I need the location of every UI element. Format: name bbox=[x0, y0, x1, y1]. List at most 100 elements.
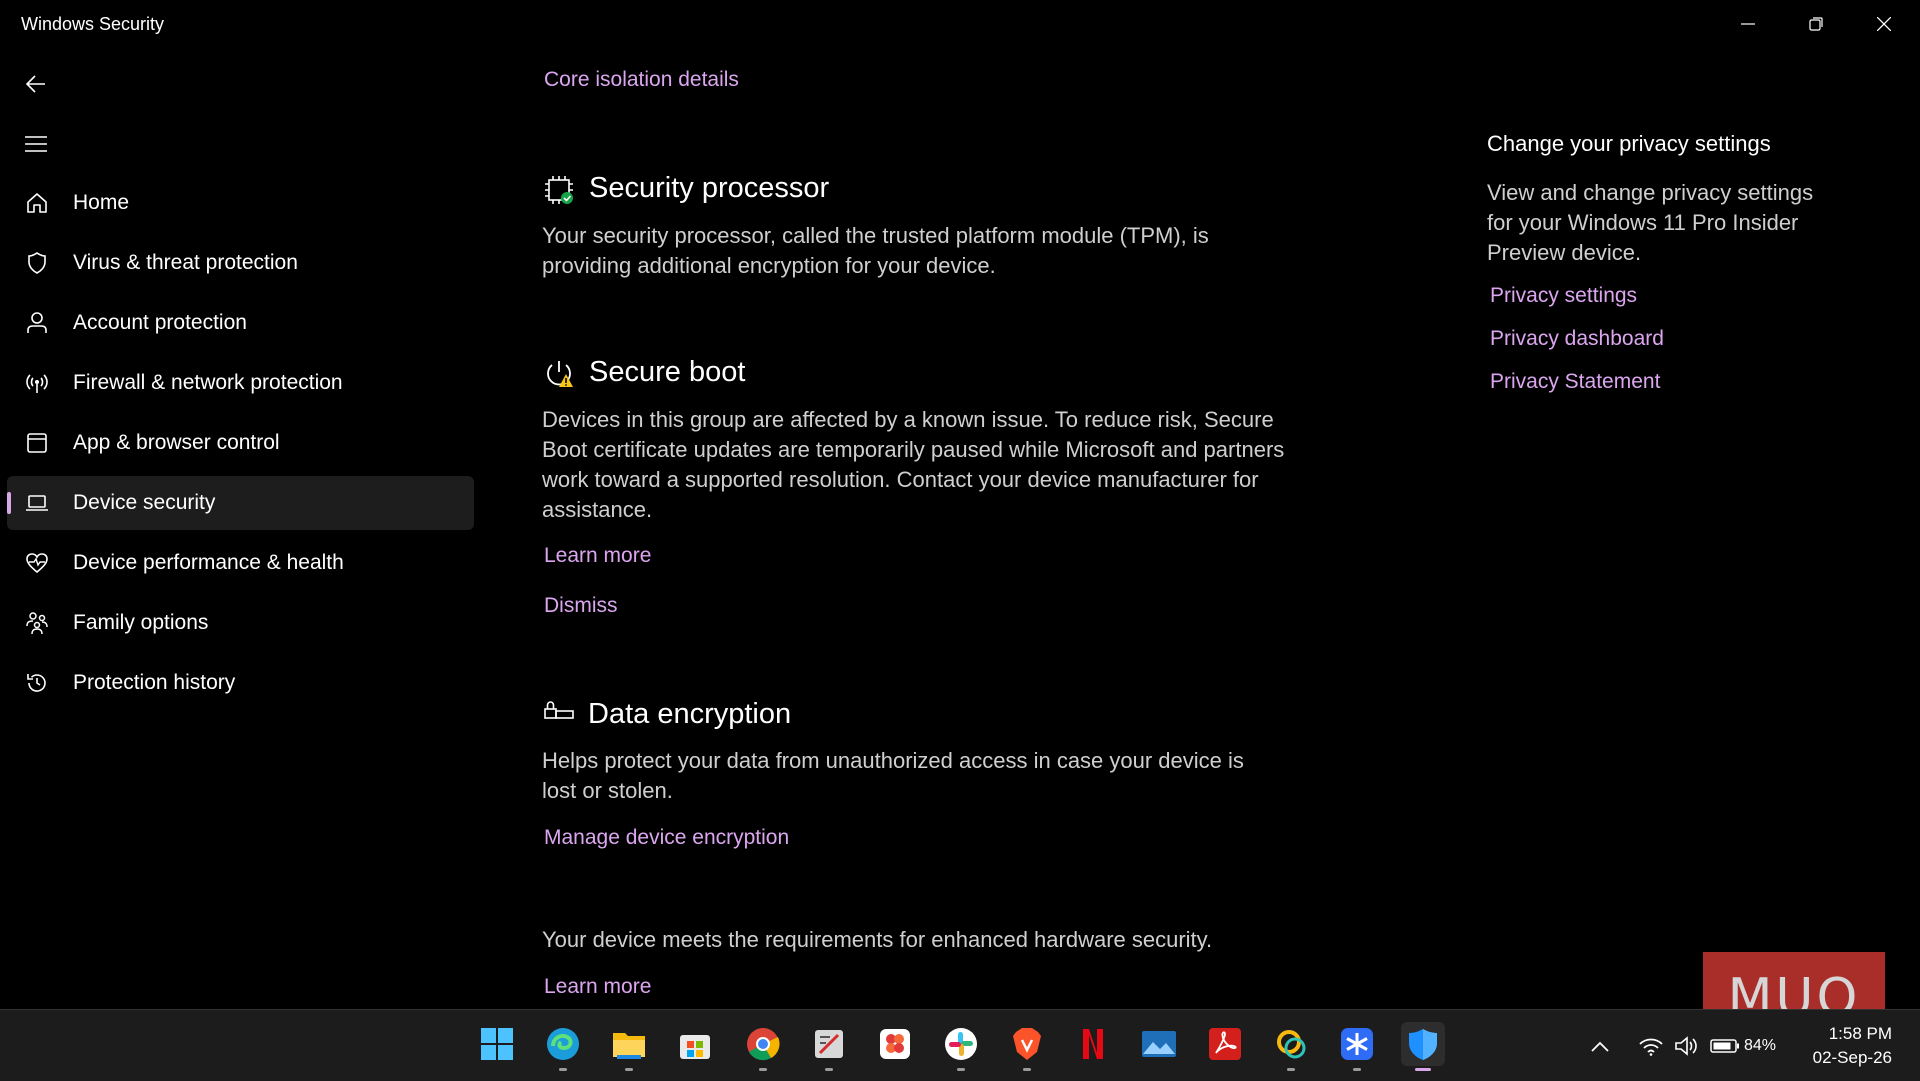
taskbar: 84% bbox=[0, 1009, 1920, 1081]
privacy-dashboard-link[interactable]: Privacy dashboard bbox=[1490, 327, 1664, 351]
photos-icon bbox=[880, 1029, 910, 1059]
hardware-security-learn-more-link[interactable]: Learn more bbox=[544, 975, 651, 999]
restore-button[interactable] bbox=[1782, 0, 1850, 48]
sidebar-item-device-security[interactable]: Device security bbox=[7, 476, 474, 530]
secure-boot-title: Secure boot bbox=[589, 356, 746, 388]
sidebar-item-label: Device performance & health bbox=[73, 551, 344, 574]
data-encryption-description: Helps protect your data from unauthorize… bbox=[542, 748, 1244, 803]
taskbar-app-store[interactable] bbox=[673, 1022, 717, 1066]
privacy-panel-description: View and change privacy settings for you… bbox=[1487, 180, 1814, 265]
secure-boot-learn-more-link[interactable]: Learn more bbox=[544, 544, 651, 568]
person-icon bbox=[27, 312, 47, 333]
minimize-button[interactable] bbox=[1714, 0, 1782, 48]
security-processor-title: Security processor bbox=[589, 172, 830, 204]
slack-icon bbox=[945, 1028, 977, 1060]
antenna-icon bbox=[26, 374, 48, 393]
taskbar-app-sync[interactable] bbox=[1269, 1022, 1313, 1071]
heart-pulse-icon bbox=[26, 553, 48, 574]
start-button[interactable] bbox=[475, 1022, 519, 1066]
home-icon bbox=[27, 193, 47, 213]
sidebar-item-device-performance-health[interactable]: Device performance & health bbox=[7, 536, 474, 590]
battery-icon[interactable] bbox=[1710, 1038, 1740, 1054]
hamburger-icon bbox=[25, 136, 47, 152]
history-icon bbox=[27, 674, 46, 692]
system-tray: 84% bbox=[1590, 1010, 1776, 1081]
sidebar-item-account-protection[interactable]: Account protection bbox=[7, 296, 474, 350]
acrobat-icon bbox=[1209, 1028, 1241, 1060]
app-title: Windows Security bbox=[21, 14, 165, 34]
store-icon bbox=[680, 1035, 710, 1059]
taskbar-app-snipping-tool[interactable] bbox=[807, 1022, 851, 1071]
chrome-icon bbox=[747, 1028, 780, 1061]
sidebar-item-label: App & browser control bbox=[73, 431, 280, 454]
browser-window-icon bbox=[27, 433, 47, 453]
sidebar-item-label: Device security bbox=[73, 491, 216, 514]
sidebar-item-label: Firewall & network protection bbox=[73, 371, 343, 394]
taskbar-app-snowflake[interactable] bbox=[1335, 1022, 1379, 1071]
volume-icon[interactable] bbox=[1674, 1035, 1700, 1057]
core-isolation-details-link[interactable]: Core isolation details bbox=[544, 68, 739, 92]
shield-icon bbox=[28, 252, 46, 274]
windows-security-icon bbox=[1409, 1029, 1437, 1060]
sidebar-item-firewall-network-protection[interactable]: Firewall & network protection bbox=[7, 356, 474, 410]
sidebar-nav: Home Virus & threat protection Account p… bbox=[7, 176, 474, 716]
secure-boot-description: Devices in this group are affected by a … bbox=[542, 407, 1285, 522]
privacy-settings-link[interactable]: Privacy settings bbox=[1490, 284, 1637, 308]
edge-icon bbox=[547, 1028, 579, 1060]
chip-check-icon bbox=[545, 176, 573, 204]
privacy-panel-title: Change your privacy settings bbox=[1487, 131, 1771, 156]
laptop-icon bbox=[26, 495, 48, 511]
restore-icon bbox=[1809, 17, 1823, 31]
sidebar-item-app-browser-control[interactable]: App & browser control bbox=[7, 416, 474, 470]
netflix-icon bbox=[1083, 1029, 1103, 1059]
family-icon bbox=[26, 612, 48, 635]
hamburger-menu-button[interactable] bbox=[16, 124, 56, 164]
encryption-key-icon bbox=[544, 701, 574, 719]
snowflake-app-icon bbox=[1341, 1028, 1373, 1060]
taskbar-app-photos-viewer[interactable] bbox=[1137, 1022, 1181, 1066]
privacy-statement-link[interactable]: Privacy Statement bbox=[1490, 370, 1660, 394]
close-button[interactable] bbox=[1850, 0, 1918, 48]
back-arrow-icon bbox=[26, 75, 45, 93]
taskbar-app-edge[interactable] bbox=[541, 1022, 585, 1071]
taskbar-clock[interactable]: 1:58 PM 02-Sep-26 bbox=[1813, 1022, 1892, 1070]
power-warning-icon bbox=[547, 361, 573, 387]
data-encryption-title: Data encryption bbox=[588, 698, 792, 730]
clock-date: 02-Sep-26 bbox=[1812, 1048, 1892, 1067]
taskbar-app-slack[interactable] bbox=[939, 1022, 983, 1071]
sidebar-item-label: Virus & threat protection bbox=[73, 251, 298, 274]
minimize-icon bbox=[1741, 23, 1755, 25]
taskbar-app-windows-security[interactable] bbox=[1401, 1022, 1445, 1071]
sidebar-item-label: Account protection bbox=[73, 311, 247, 334]
sync-app-icon bbox=[1277, 1030, 1306, 1059]
taskbar-app-chrome[interactable] bbox=[741, 1022, 785, 1071]
file-explorer-icon bbox=[613, 1033, 645, 1059]
taskbar-app-netflix[interactable] bbox=[1071, 1022, 1115, 1066]
wifi-icon[interactable] bbox=[1638, 1036, 1664, 1056]
secure-boot-dismiss-link[interactable]: Dismiss bbox=[544, 594, 618, 618]
taskbar-app-acrobat[interactable] bbox=[1203, 1022, 1247, 1066]
sidebar-item-protection-history[interactable]: Protection history bbox=[7, 656, 474, 710]
title-bar: Windows Security bbox=[0, 0, 1920, 48]
sidebar-item-label: Family options bbox=[73, 611, 209, 634]
close-icon bbox=[1877, 17, 1891, 31]
start-icon bbox=[481, 1028, 513, 1060]
brave-icon bbox=[1013, 1028, 1041, 1060]
chevron-up-icon[interactable] bbox=[1590, 1039, 1610, 1053]
sidebar-item-virus-threat-protection[interactable]: Virus & threat protection bbox=[7, 236, 474, 290]
back-button[interactable] bbox=[16, 64, 56, 104]
sidebar-item-family-options[interactable]: Family options bbox=[7, 596, 474, 650]
sidebar-item-label: Home bbox=[73, 191, 130, 214]
hardware-security-status-text: Your device meets the requirements for e… bbox=[542, 927, 1213, 952]
sidebar-item-home[interactable]: Home bbox=[7, 176, 474, 230]
sidebar-item-label: Protection history bbox=[73, 671, 236, 694]
snipping-tool-icon bbox=[815, 1030, 843, 1058]
taskbar-app-photos[interactable] bbox=[873, 1022, 917, 1066]
battery-percentage: 84% bbox=[1744, 1036, 1777, 1054]
manage-device-encryption-link[interactable]: Manage device encryption bbox=[544, 826, 789, 850]
taskbar-app-brave[interactable] bbox=[1005, 1022, 1049, 1071]
clock-time: 1:58 PM bbox=[1828, 1024, 1892, 1043]
taskbar-app-file-explorer[interactable] bbox=[607, 1022, 651, 1071]
security-processor-description: Your security processor, called the trus… bbox=[542, 223, 1209, 278]
photos-landscape-icon bbox=[1142, 1031, 1176, 1057]
